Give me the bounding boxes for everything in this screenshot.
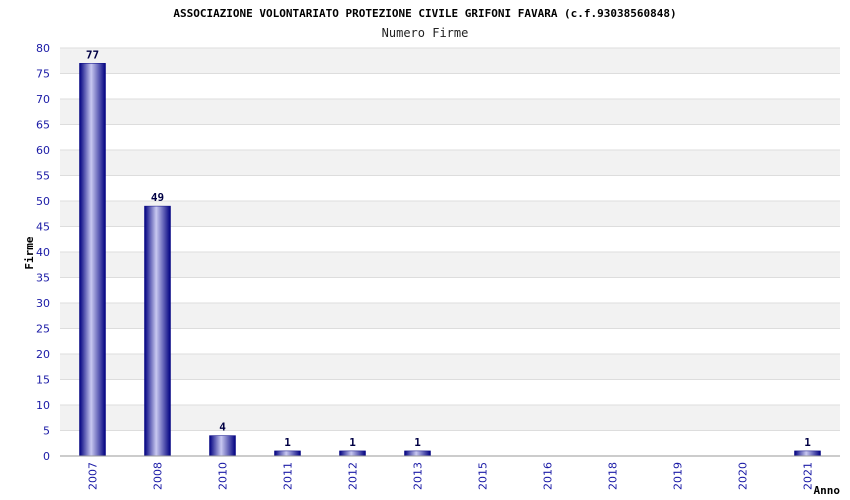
y-tick-label: 35 — [36, 272, 50, 285]
grid-band — [60, 226, 840, 252]
grid-band — [60, 379, 840, 405]
y-tick-label: 45 — [36, 221, 50, 234]
x-axis-ticks: 2007 2008 2010 2011 2012 2013 2015 2016 2018 2019… — [87, 462, 815, 490]
x-tick-label: 2013 — [412, 462, 425, 490]
bar — [144, 205, 171, 457]
grid-band — [60, 252, 840, 278]
grid-band — [60, 354, 840, 380]
y-tick-label: 70 — [36, 93, 50, 106]
y-tick-label: 50 — [36, 195, 50, 208]
bar — [794, 450, 821, 457]
x-axis-label: Anno — [814, 484, 841, 497]
data-label: 1 — [804, 436, 811, 449]
y-axis-label: Firme — [23, 236, 36, 269]
data-label: 77 — [86, 48, 99, 61]
chart-subtitle: Numero Firme — [382, 26, 469, 40]
data-label: 1 — [349, 436, 356, 449]
x-tick-label: 2008 — [152, 462, 165, 490]
x-tick-label: 2007 — [87, 462, 100, 490]
x-tick-label: 2018 — [607, 462, 620, 490]
x-tick-label: 2011 — [282, 462, 295, 490]
bar — [274, 450, 301, 457]
y-tick-label: 25 — [36, 323, 50, 336]
x-tick-label: 2010 — [217, 462, 230, 490]
x-tick-label: 2019 — [672, 462, 685, 490]
y-tick-label: 40 — [36, 246, 50, 259]
grid-band — [60, 124, 840, 150]
y-tick-label: 0 — [43, 450, 50, 463]
y-tick-label: 55 — [36, 170, 50, 183]
x-tick-label: 2016 — [542, 462, 555, 490]
x-tick-label: 2012 — [347, 462, 360, 490]
grid-band — [60, 48, 840, 74]
bar — [79, 63, 106, 457]
y-tick-label: 15 — [36, 374, 50, 387]
grid-band — [60, 150, 840, 176]
y-tick-label: 80 — [36, 42, 50, 55]
grid-band — [60, 99, 840, 125]
y-tick-label: 30 — [36, 297, 50, 310]
y-axis-ticks: 0 5 10 15 20 25 30 35 40 45 50 55 60 65 70 75 80 — [36, 42, 50, 463]
grid-band — [60, 405, 840, 431]
grid-band — [60, 328, 840, 354]
chart: ASSOCIAZIONE VOLONTARIATO PROTEZIONE CIV… — [23, 7, 841, 497]
x-tick-label: 2020 — [737, 462, 750, 490]
bar — [404, 450, 431, 457]
data-label: 1 — [284, 436, 291, 449]
grid-band — [60, 73, 840, 99]
grid-band — [60, 201, 840, 227]
grid-band — [60, 277, 840, 303]
grid-band — [60, 430, 840, 456]
x-tick-label: 2015 — [477, 462, 490, 490]
y-tick-label: 10 — [36, 399, 50, 412]
bar — [339, 450, 366, 457]
y-tick-label: 60 — [36, 144, 50, 157]
grid-band — [60, 303, 840, 329]
grid-band — [60, 175, 840, 201]
y-tick-label: 65 — [36, 119, 50, 132]
bar — [209, 435, 236, 457]
data-label: 4 — [219, 421, 226, 434]
data-label: 49 — [151, 191, 164, 204]
chart-title: ASSOCIAZIONE VOLONTARIATO PROTEZIONE CIV… — [173, 7, 676, 20]
y-tick-label: 20 — [36, 348, 50, 361]
y-tick-label: 75 — [36, 68, 50, 81]
y-tick-label: 5 — [43, 425, 50, 438]
data-label: 1 — [414, 436, 421, 449]
